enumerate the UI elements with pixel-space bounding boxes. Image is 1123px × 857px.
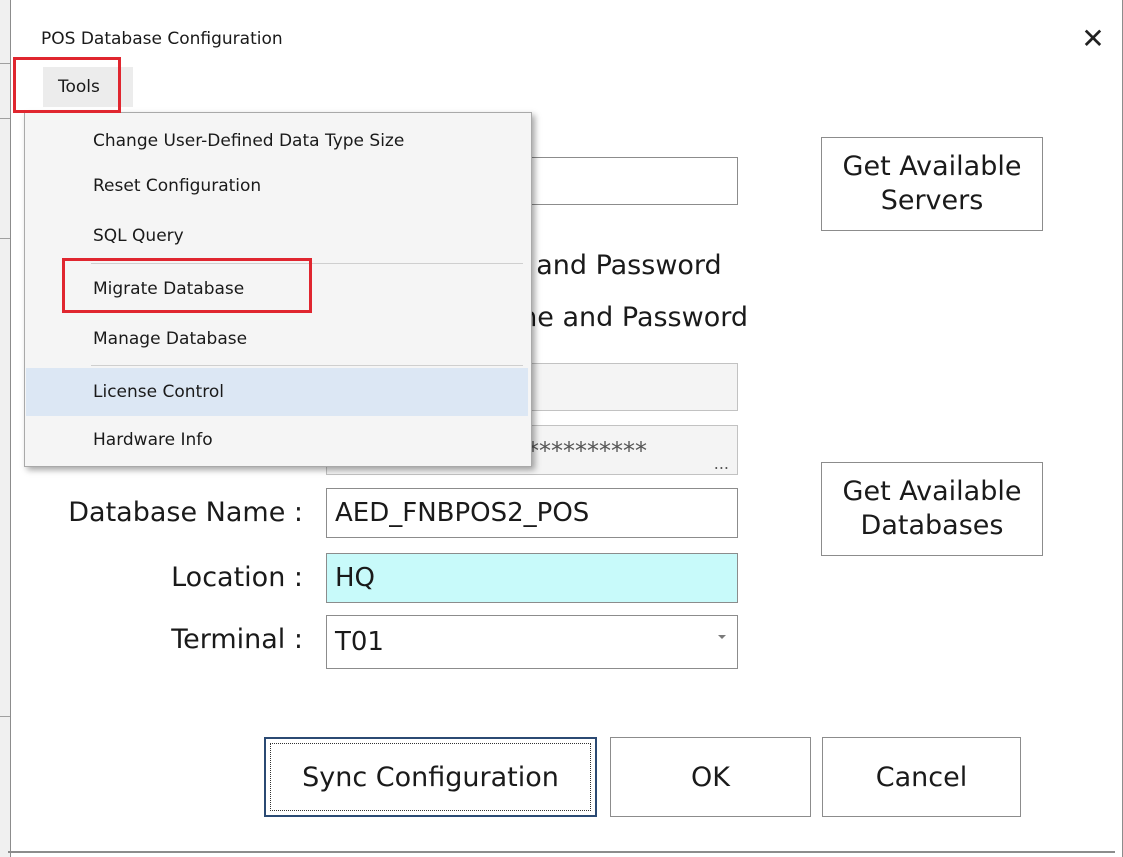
background-divider — [0, 118, 10, 119]
get-available-databases-button[interactable]: Get Available Databases — [821, 462, 1043, 556]
database-name-label: Database Name : — [68, 497, 303, 528]
get-servers-label-line1: Get Available — [842, 151, 1022, 182]
server-input[interactable] — [516, 157, 738, 205]
tools-dropdown-menu: Change User-Defined Data Type Size Reset… — [24, 112, 532, 467]
menu-item-manage-database[interactable]: Manage Database — [26, 316, 528, 362]
menu-bar: Tools — [29, 62, 1123, 114]
menu-item-change-udt-size[interactable]: Change User-Defined Data Type Size — [26, 118, 528, 164]
menu-separator — [91, 365, 523, 366]
dialog-bottom-border — [8, 851, 1115, 853]
menu-item-reset-configuration[interactable]: Reset Configuration — [26, 163, 528, 209]
terminal-value: T01 — [335, 627, 384, 657]
location-input[interactable]: HQ — [326, 553, 738, 603]
get-available-servers-button[interactable]: Get Available Servers — [821, 137, 1043, 231]
menu-separator — [91, 263, 523, 264]
terminal-select[interactable]: T01 — [326, 615, 738, 669]
location-label: Location : — [171, 562, 303, 593]
menu-item-hardware-info[interactable]: Hardware Info — [26, 417, 528, 463]
terminal-label: Terminal : — [171, 624, 303, 655]
background-divider — [0, 716, 10, 717]
menu-tools[interactable]: Tools — [43, 67, 133, 107]
focus-rectangle — [270, 743, 591, 811]
get-servers-label-line2: Servers — [880, 185, 984, 216]
ok-button[interactable]: OK — [610, 737, 811, 817]
get-databases-label-line2: Databases — [860, 510, 1004, 541]
menu-item-sql-query[interactable]: SQL Query — [26, 213, 528, 259]
background-divider — [0, 63, 10, 64]
get-databases-label-line1: Get Available — [842, 476, 1022, 507]
cancel-button[interactable]: Cancel — [822, 737, 1021, 817]
menu-item-migrate-database[interactable]: Migrate Database — [26, 266, 528, 312]
chevron-down-icon — [718, 635, 726, 639]
password-mask: ********** — [527, 437, 647, 465]
auth-option-sql-label[interactable]: me and Password — [511, 302, 748, 333]
close-icon[interactable]: ✕ — [1076, 22, 1110, 56]
database-name-input[interactable]: AED_FNBPOS2_POS — [326, 488, 738, 538]
dialog-title: POS Database Configuration — [41, 29, 283, 49]
auth-option-windows-label[interactable]: e and Password — [511, 250, 722, 281]
menu-item-license-control[interactable]: License Control — [26, 368, 528, 416]
sync-configuration-button[interactable]: Sync Configuration — [264, 737, 597, 817]
background-divider — [0, 238, 10, 239]
password-ellipsis: ... — [713, 454, 729, 473]
